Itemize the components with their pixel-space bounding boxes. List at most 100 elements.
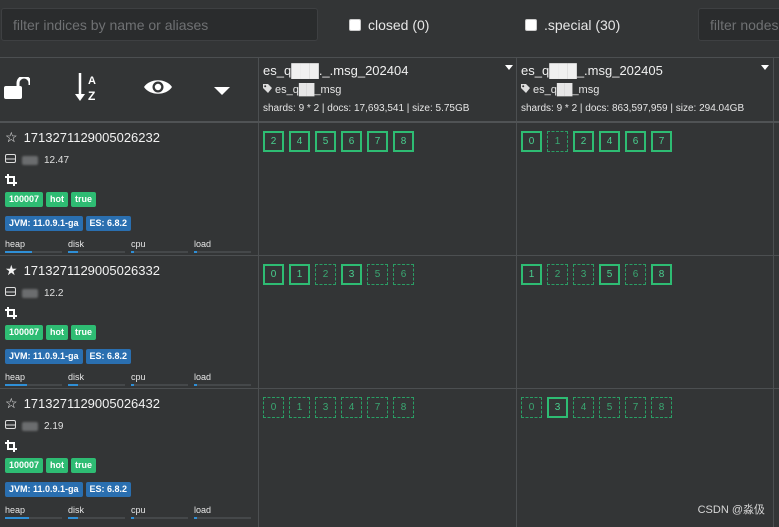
- node-metrics: heap disk cpu load: [5, 239, 258, 253]
- replica-shard[interactable]: 4: [573, 397, 594, 418]
- replica-shard[interactable]: 3: [315, 397, 336, 418]
- metric-cpu: cpu: [131, 239, 194, 253]
- index-header[interactable]: es_q███._.msg_202404 es_q██_msg shards: …: [259, 57, 516, 121]
- replica-shard[interactable]: 0: [263, 397, 284, 418]
- replica-shard[interactable]: 5: [367, 264, 388, 285]
- crop-icon[interactable]: [5, 173, 258, 186]
- node-name[interactable]: 1713271129005026432: [24, 396, 160, 411]
- metric-bar-fill: [68, 384, 79, 386]
- attr-badge: true: [71, 325, 97, 340]
- index-menu-caret-icon[interactable]: [761, 65, 769, 70]
- replica-shard[interactable]: 6: [393, 264, 414, 285]
- replica-shard[interactable]: 1: [289, 397, 310, 418]
- node-row: ☆ 1713271129005026232 12.47 100007 hot tru…: [0, 123, 258, 255]
- primary-shard[interactable]: 5: [315, 131, 336, 152]
- attr-badge: true: [71, 192, 97, 207]
- node-metrics: heap disk cpu load: [5, 372, 258, 386]
- primary-shard[interactable]: 0: [263, 264, 284, 285]
- caret-down-icon[interactable]: [213, 83, 231, 101]
- primary-shard[interactable]: 8: [393, 131, 414, 152]
- attr-badge: 100007: [5, 192, 44, 207]
- metric-bar: [5, 517, 62, 519]
- star-icon[interactable]: ☆: [5, 129, 18, 146]
- primary-shard[interactable]: 4: [599, 131, 620, 152]
- index-alias-label: es_q██_msg: [533, 84, 600, 96]
- attr-badge: hot: [46, 458, 69, 473]
- replica-shard[interactable]: 7: [625, 397, 646, 418]
- metric-bar: [68, 251, 125, 253]
- special-checkbox-box[interactable]: [525, 19, 537, 31]
- metric-disk: disk: [68, 372, 131, 386]
- svg-text:Z: Z: [88, 89, 95, 103]
- primary-shard[interactable]: 3: [341, 264, 362, 285]
- primary-shard[interactable]: 6: [625, 131, 646, 152]
- closed-checkbox-box[interactable]: [349, 19, 361, 31]
- primary-shard[interactable]: 3: [547, 397, 568, 418]
- index-name[interactable]: es_q███._.msg_202404: [263, 63, 516, 78]
- replica-shard[interactable]: 1: [547, 131, 568, 152]
- replica-shard[interactable]: 7: [367, 397, 388, 418]
- node-name[interactable]: 1713271129005026332: [24, 263, 160, 278]
- metric-label: cpu: [131, 239, 146, 249]
- replica-shard[interactable]: 8: [393, 397, 414, 418]
- star-icon[interactable]: ★: [5, 262, 18, 279]
- index-header[interactable]: es_q███_.msg_202405 es_q██_msg shards: 9…: [517, 57, 773, 121]
- metric-bar: [131, 384, 188, 386]
- unlock-icon[interactable]: [4, 75, 32, 104]
- metric-label: disk: [68, 372, 85, 382]
- node-title: ☆ 1713271129005026432: [5, 395, 258, 412]
- node-attr-badges: 100007 hot true: [5, 325, 258, 340]
- replica-shard[interactable]: 2: [315, 264, 336, 285]
- column-divider: [773, 57, 774, 527]
- index-filter-input[interactable]: [1, 8, 318, 41]
- metric-bar: [194, 384, 251, 386]
- primary-shard[interactable]: 5: [599, 264, 620, 285]
- eye-icon[interactable]: [143, 77, 173, 102]
- replica-shard[interactable]: 2: [547, 264, 568, 285]
- node-row: ☆ 1713271129005026432 2.19 100007 hot true…: [0, 389, 258, 521]
- replica-shard[interactable]: 8: [651, 397, 672, 418]
- primary-shard[interactable]: 7: [651, 131, 672, 152]
- primary-shard[interactable]: 2: [573, 131, 594, 152]
- metric-cpu: cpu: [131, 505, 194, 519]
- metric-bar: [194, 251, 251, 253]
- metric-bar-fill: [131, 517, 134, 519]
- replica-shard[interactable]: 0: [521, 397, 542, 418]
- primary-shard[interactable]: 8: [651, 264, 672, 285]
- primary-shard[interactable]: 7: [367, 131, 388, 152]
- crop-icon[interactable]: [5, 306, 258, 319]
- primary-shard[interactable]: 0: [521, 131, 542, 152]
- metric-bar: [5, 384, 62, 386]
- node-ip: 12.47: [44, 154, 70, 166]
- replica-shard[interactable]: 5: [599, 397, 620, 418]
- primary-shard[interactable]: 1: [289, 264, 310, 285]
- crop-icon[interactable]: [5, 439, 258, 452]
- primary-shard[interactable]: 4: [289, 131, 310, 152]
- node-name[interactable]: 1713271129005026232: [24, 130, 160, 145]
- primary-shard[interactable]: 6: [341, 131, 362, 152]
- shard-group: 123568: [521, 264, 672, 285]
- es-version-badge: ES: 6.8.2: [85, 349, 132, 364]
- replica-shard[interactable]: 3: [573, 264, 594, 285]
- metric-bar-fill: [194, 251, 197, 253]
- closed-checkbox[interactable]: closed (0): [349, 17, 429, 33]
- metric-disk: disk: [68, 505, 131, 519]
- node-filter-input[interactable]: [698, 8, 779, 41]
- metric-bar-fill: [68, 517, 79, 519]
- sort-alpha-icon[interactable]: AZ: [74, 71, 102, 108]
- replica-shard[interactable]: 6: [625, 264, 646, 285]
- star-icon[interactable]: ☆: [5, 395, 18, 412]
- metric-bar: [131, 251, 188, 253]
- primary-shard[interactable]: 1: [521, 264, 542, 285]
- metric-heap: heap: [5, 505, 68, 519]
- drive-icon: [5, 287, 16, 299]
- node-version-badges: JVM: 11.0.9.1-ga ES: 6.8.2: [5, 349, 258, 364]
- index-menu-caret-icon[interactable]: [505, 65, 513, 70]
- primary-shard[interactable]: 2: [263, 131, 284, 152]
- index-name[interactable]: es_q███_.msg_202405: [521, 63, 773, 78]
- special-checkbox[interactable]: .special (30): [525, 17, 620, 33]
- replica-shard[interactable]: 4: [341, 397, 362, 418]
- metric-bar: [5, 251, 62, 253]
- metric-bar-fill: [194, 517, 197, 519]
- toolbar: AZ: [0, 57, 258, 121]
